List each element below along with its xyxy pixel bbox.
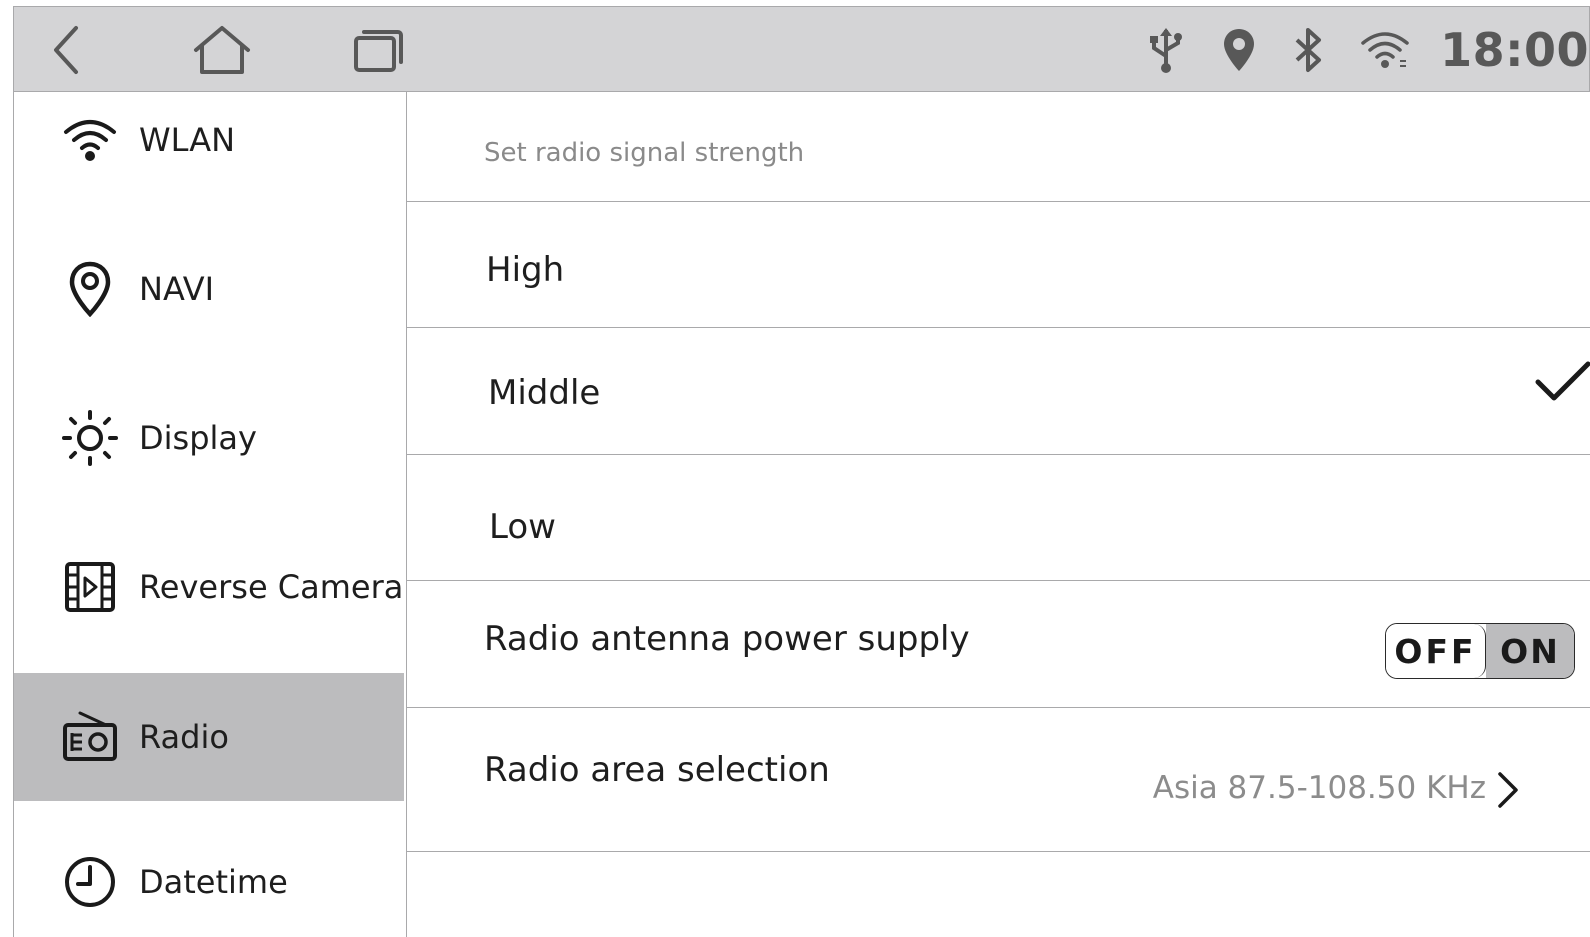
option-label: Low [489,507,556,547]
sidebar-item-label: Radio [139,718,229,756]
radio-icon [62,709,118,765]
antenna-power-row: Radio antenna power supply OFF ON [407,581,1590,708]
bluetooth-icon [1292,27,1324,73]
sidebar-item-label: WLAN [139,121,236,159]
antenna-power-toggle[interactable]: OFF ON [1385,623,1575,679]
sidebar-item-reverse-camera[interactable]: Reverse Camera [14,523,404,651]
toggle-off-label: OFF [1386,624,1486,678]
option-low[interactable]: Low [407,455,1590,581]
sidebar-item-display[interactable]: Display [14,374,404,502]
status-icons: 18:00 [1110,7,1589,93]
toggle-on-label: ON [1486,624,1574,678]
back-icon [54,26,78,74]
option-high[interactable]: High [407,202,1590,328]
sidebar-item-label: Reverse Camera [139,568,404,606]
option-label: High [486,250,565,290]
sidebar-item-datetime[interactable]: Datetime [14,818,404,937]
location-pin-icon [62,261,118,317]
sidebar-item-label: Datetime [139,863,288,901]
clock: 18:00 [1440,23,1589,77]
antenna-power-label: Radio antenna power supply [484,619,970,659]
radio-area-label: Radio area selection [484,750,830,790]
wifi-icon [62,112,118,168]
radio-area-value: Asia 87.5-108.50 KHz [1152,770,1486,806]
radio-area-row[interactable]: Radio area selection Asia 87.5-108.50 KH… [407,708,1590,852]
option-middle[interactable]: Middle [407,328,1590,455]
recent-apps-icon [354,30,403,72]
sidebar-item-radio[interactable]: Radio [14,673,404,801]
section-hint: Set radio signal strength [484,138,805,168]
sun-icon [62,410,118,466]
location-icon [1222,27,1256,73]
usb-icon [1146,26,1186,74]
sidebar-item-label: Display [139,419,257,457]
option-label: Middle [488,373,601,413]
sidebar-item-navi[interactable]: NAVI [14,225,404,353]
sidebar-item-wlan[interactable]: WLAN [14,76,404,204]
radio-settings-panel: Set radio signal strength High Middle Lo… [407,92,1590,937]
sidebar-item-label: NAVI [139,270,215,308]
section-header: Set radio signal strength [407,92,1590,202]
checkmark-icon [1535,361,1590,401]
chevron-right-icon [1498,772,1518,808]
film-camera-icon [62,559,118,615]
clock-icon [62,854,118,910]
home-icon [194,26,250,74]
settings-sidebar: WLAN NAVI Display Reverse Camera Radio D… [13,92,407,937]
wifi-icon [1360,29,1410,71]
